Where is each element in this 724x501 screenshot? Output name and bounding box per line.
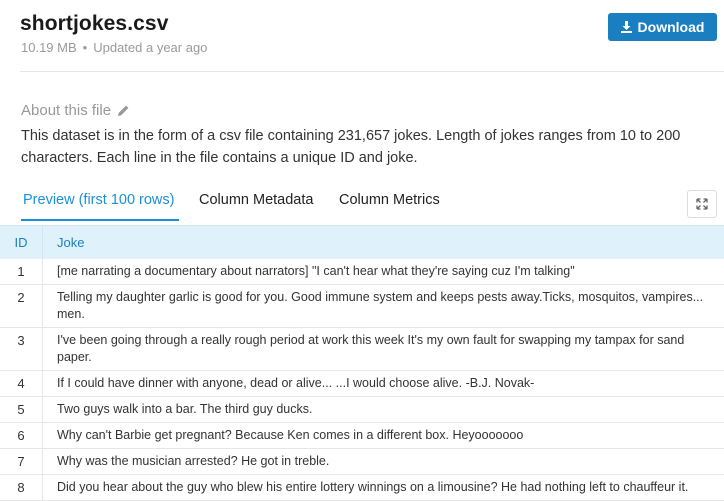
about-description: This dataset is in the form of a csv fil… — [21, 128, 681, 166]
tab-column-metrics[interactable]: Column Metrics — [339, 192, 440, 208]
about-heading: About this file — [21, 102, 130, 119]
cell-joke: If I could have dinner with anyone, dead… — [42, 371, 724, 396]
file-header: shortjokes.csv 10.19 MB • Updated a year a… — [0, 0, 724, 72]
meta-separator: • — [82, 40, 88, 55]
active-tab-indicator — [21, 219, 179, 221]
pencil-icon[interactable] — [117, 104, 130, 117]
table-row: 4 If I could have dinner with anyone, de… — [0, 371, 724, 397]
file-size: 10.19 MB — [21, 40, 77, 55]
table-row: 5 Two guys walk into a bar. The third gu… — [0, 397, 724, 423]
column-header-joke[interactable]: Joke — [42, 226, 724, 259]
cell-id: 5 — [17, 402, 25, 417]
download-button[interactable]: Download — [608, 13, 717, 41]
table-row: 6 Why can't Barbie get pregnant? Because… — [0, 423, 724, 449]
cell-id: 7 — [17, 454, 25, 469]
expand-button[interactable] — [687, 190, 717, 218]
cell-joke: Two guys walk into a bar. The third guy … — [42, 397, 724, 422]
file-updated: Updated a year ago — [93, 40, 208, 55]
file-title: shortjokes.csv — [20, 12, 169, 35]
table-row: 1 [me narrating a documentary about narr… — [0, 259, 724, 285]
preview-table: ID Joke 1 [me narrating a documentary ab… — [0, 225, 724, 501]
cell-joke: Why was the musician arrested? He got in… — [42, 449, 724, 474]
file-meta: 10.19 MB • Updated a year ago — [21, 40, 207, 55]
cell-id: 6 — [17, 428, 25, 443]
cell-id: 8 — [17, 480, 25, 495]
table-header-row: ID Joke — [0, 225, 724, 259]
tab-bar: Preview (first 100 rows) Column Metadata… — [0, 186, 724, 222]
table-row: 2 Telling my daughter garlic is good for… — [0, 285, 724, 328]
download-icon — [620, 21, 632, 33]
cell-id: 2 — [17, 290, 25, 305]
cell-id: 4 — [17, 376, 25, 391]
table-row: 3 I've been going through a really rough… — [0, 328, 724, 371]
tab-column-metadata[interactable]: Column Metadata — [199, 192, 313, 208]
expand-icon — [696, 198, 708, 210]
cell-joke: Why can't Barbie get pregnant? Because K… — [42, 423, 724, 448]
cell-id: 1 — [17, 264, 25, 279]
cell-joke: [me narrating a documentary about narrat… — [42, 259, 724, 284]
header-divider — [20, 71, 724, 72]
cell-joke: I've been going through a really rough p… — [42, 328, 724, 370]
cell-joke: Telling my daughter garlic is good for y… — [42, 285, 724, 327]
cell-joke: Did you hear about the guy who blew his … — [42, 475, 724, 500]
table-row: 7 Why was the musician arrested? He got … — [0, 449, 724, 475]
cell-id: 3 — [17, 333, 25, 348]
tab-preview[interactable]: Preview (first 100 rows) — [23, 192, 174, 208]
table-row: 8 Did you hear about the guy who blew hi… — [0, 475, 724, 501]
download-label: Download — [637, 19, 705, 35]
about-heading-text: About this file — [21, 102, 112, 119]
column-header-id[interactable]: ID — [0, 235, 42, 250]
